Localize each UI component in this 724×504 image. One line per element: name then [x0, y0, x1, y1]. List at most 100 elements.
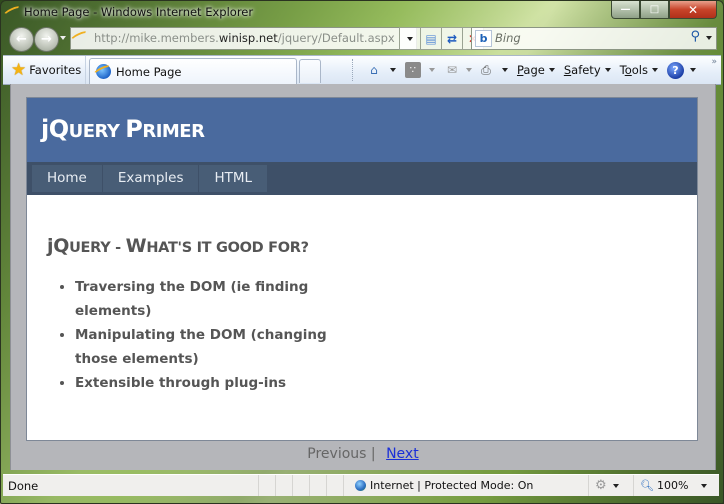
tools-menu[interactable]: Tools: [620, 63, 663, 77]
heading-part: jQ: [47, 235, 70, 257]
favorites-label: Favorites: [29, 63, 82, 77]
window-title: Home Page - Windows Internet Explorer: [24, 5, 254, 19]
back-button[interactable]: ←: [9, 27, 34, 52]
security-zone[interactable]: Internet | Protected Mode: On: [355, 479, 533, 492]
home-icon[interactable]: ⌂: [366, 62, 382, 78]
status-panes: [258, 475, 360, 496]
settings-icon: ⚙: [595, 478, 607, 493]
status-pane: [309, 475, 326, 496]
site-title: jQUERY PRIMER: [41, 115, 205, 143]
compatibility-view-icon: ▤: [425, 31, 437, 46]
chevron-down-icon: [604, 68, 611, 72]
zone-label: Internet | Protected Mode: On: [370, 479, 534, 492]
page-menu-label: Page: [516, 63, 545, 77]
site-menu: Home Examples HTML: [32, 165, 269, 192]
status-pane: [326, 475, 343, 496]
feeds-dropdown[interactable]: [428, 68, 435, 72]
zoom-level: 100%: [656, 479, 689, 492]
new-tab-button[interactable]: [299, 59, 321, 83]
next-link[interactable]: Next: [386, 446, 419, 462]
status-pane: [275, 475, 292, 496]
help-icon[interactable]: ?: [667, 61, 684, 79]
bing-icon: b: [475, 30, 492, 47]
favorites-button[interactable]: ★ Favorites: [3, 56, 86, 84]
minimize-icon: —: [620, 4, 631, 15]
window-controls: — □ ✕: [611, 1, 717, 19]
list-item: Traversing the DOM (ie finding elements): [75, 275, 365, 323]
heading-part: W: [125, 235, 147, 257]
command-bar: ★ Favorites Home Page ⌂ ∵ ✉ ⎙ Page Safet…: [3, 55, 721, 85]
safety-menu[interactable]: Safety: [564, 63, 616, 77]
title-part: P: [125, 115, 143, 143]
menu-item-html[interactable]: HTML: [199, 165, 269, 192]
site-menu-bar: Home Examples HTML: [27, 162, 697, 195]
refresh-button[interactable]: ⇄: [442, 27, 463, 50]
toolbar-overflow-icon[interactable]: »: [711, 57, 717, 67]
recent-pages-dropdown[interactable]: [60, 36, 66, 40]
popup-blocker-button[interactable]: ⚙: [595, 478, 624, 493]
forward-arrow-icon: →: [41, 32, 52, 47]
minimize-button[interactable]: —: [611, 1, 640, 19]
print-dropdown[interactable]: [501, 68, 508, 72]
page-viewport: jQUERY PRIMER Home Examples HTML jQUERY …: [10, 84, 716, 470]
divider: [588, 475, 589, 496]
chevron-down-icon: [701, 483, 708, 488]
help-dropdown[interactable]: [690, 68, 696, 72]
main-content: jQUERY - WHAT'S IT GOOD FOR? Traversing …: [47, 235, 365, 395]
compatibility-view-button[interactable]: ▤: [421, 27, 442, 50]
status-text: Done: [8, 479, 39, 493]
close-icon: ✕: [687, 2, 699, 17]
safety-menu-label: Safety: [563, 63, 601, 77]
previous-label: Previous: [307, 446, 367, 462]
menu-item-examples[interactable]: Examples: [102, 165, 200, 192]
menu-item-home[interactable]: Home: [32, 165, 103, 192]
url-domain: winisp.net: [218, 31, 278, 45]
forward-button[interactable]: →: [34, 27, 59, 52]
search-icon[interactable]: ⚲: [690, 29, 700, 44]
refresh-icon: ⇄: [446, 31, 458, 46]
search-input[interactable]: Bing: [495, 31, 521, 45]
star-icon: ★: [11, 59, 27, 80]
command-toolbar: ⌂ ∵ ✉ ⎙ Page Safety Tools ?: [351, 56, 701, 84]
close-button[interactable]: ✕: [669, 1, 717, 19]
page-menu[interactable]: Page: [517, 63, 560, 77]
search-box[interactable]: b Bing ⚲: [471, 27, 717, 50]
search-options-dropdown[interactable]: [706, 36, 712, 40]
browser-window: Home Page - Windows Internet Explorer — …: [0, 0, 724, 504]
tab-home-page[interactable]: Home Page: [89, 58, 297, 84]
chevron-down-icon: [612, 483, 619, 488]
status-pane: [292, 475, 309, 496]
pager: Previous | Next: [11, 446, 715, 462]
ie-icon: [96, 64, 111, 79]
mail-dropdown[interactable]: [465, 68, 472, 72]
title-bar: Home Page - Windows Internet Explorer — …: [1, 1, 723, 23]
divider: [633, 475, 634, 496]
zoom-control[interactable]: 🔍︎ 100%: [640, 479, 712, 492]
address-dropdown-button[interactable]: [399, 27, 421, 50]
url-prefix: http://mike.members.: [94, 31, 219, 45]
title-part: UERY: [68, 121, 126, 142]
status-bar: Done Internet | Protected Mode: On ⚙ 🔍︎ …: [3, 474, 719, 496]
globe-icon: [355, 480, 366, 491]
feature-list: Traversing the DOM (ie finding elements)…: [47, 275, 365, 395]
list-item: Extensible through plug-ins: [75, 371, 365, 395]
print-icon[interactable]: ⎙: [478, 62, 494, 78]
address-input[interactable]: http://mike.members.winisp.net/jquery/De…: [94, 31, 395, 45]
zoom-icon: 🔍︎: [640, 479, 654, 492]
maximize-button[interactable]: □: [640, 1, 669, 19]
back-arrow-icon: ←: [16, 32, 27, 47]
tools-menu-label: Tools: [619, 63, 648, 77]
maximize-icon: □: [649, 4, 660, 15]
list-item: Manipulating the DOM (changing those ele…: [75, 323, 365, 371]
url-path: /jquery/Default.aspx: [277, 31, 395, 45]
chevron-down-icon: [407, 36, 413, 41]
home-dropdown[interactable]: [389, 68, 396, 72]
mail-icon[interactable]: ✉: [444, 62, 460, 78]
feeds-icon[interactable]: ∵: [404, 62, 421, 78]
title-part: jQ: [41, 115, 69, 143]
chevron-down-icon: [652, 68, 658, 72]
tab-title: Home Page: [116, 64, 182, 79]
page-heading: jQUERY - WHAT'S IT GOOD FOR?: [47, 235, 365, 257]
address-bar[interactable]: http://mike.members.winisp.net/jquery/De…: [70, 27, 417, 50]
page-container: jQUERY PRIMER Home Examples HTML jQUERY …: [26, 97, 698, 441]
